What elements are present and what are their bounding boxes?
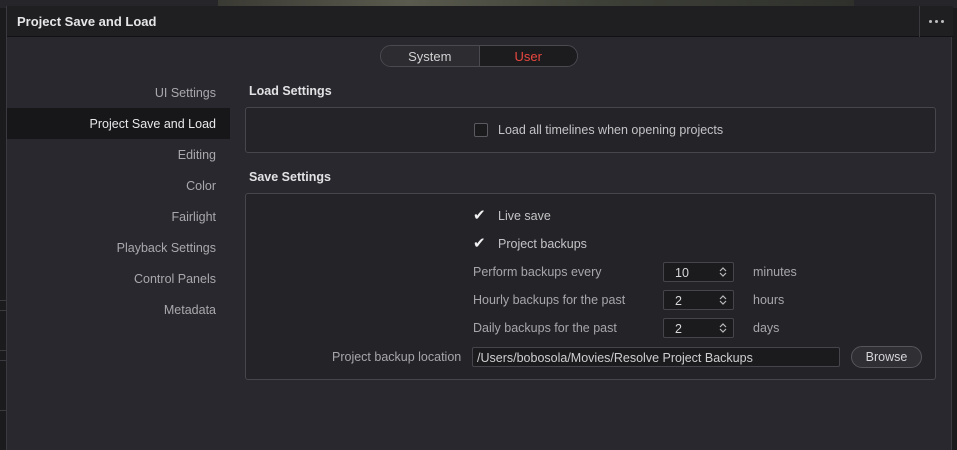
daily-backups-label: Daily backups for the past — [473, 321, 617, 335]
save-settings-heading: Save Settings — [249, 170, 331, 184]
sidebar-item-editing[interactable]: Editing — [7, 139, 230, 170]
hourly-backups-unit: hours — [753, 293, 785, 307]
perform-backups-label: Perform backups every — [473, 265, 602, 279]
perform-backups-stepper[interactable]: 10 — [663, 262, 734, 282]
sidebar-item-fairlight[interactable]: Fairlight — [7, 201, 230, 232]
title-bar: Project Save and Load — [7, 6, 953, 37]
project-backups-label: Project backups — [498, 237, 587, 251]
load-settings-heading: Load Settings — [249, 84, 332, 98]
sidebar-item-color[interactable]: Color — [7, 170, 230, 201]
stepper-arrows-icon[interactable] — [719, 266, 727, 278]
hourly-backups-label: Hourly backups for the past — [473, 293, 626, 307]
perform-backups-value: 10 — [675, 266, 689, 280]
load-settings-panel: Load all timelines when opening projects — [245, 107, 936, 153]
more-horizontal-icon — [929, 20, 944, 23]
sidebar-item-ui-settings[interactable]: UI Settings — [7, 77, 230, 108]
backup-location-label: Project backup location — [332, 350, 462, 364]
sidebar-item-control-panels[interactable]: Control Panels — [7, 263, 230, 294]
load-all-timelines-checkbox[interactable] — [474, 123, 488, 137]
browse-button[interactable]: Browse — [851, 346, 922, 368]
stepper-arrows-icon[interactable] — [719, 322, 727, 334]
hourly-backups-stepper[interactable]: 2 — [663, 290, 734, 310]
more-options-button[interactable] — [919, 6, 953, 37]
backup-location-field[interactable]: /Users/bobosola/Movies/Resolve Project B… — [472, 347, 840, 367]
scope-tabs: System User — [380, 45, 578, 67]
sidebar-item-playback-settings[interactable]: Playback Settings — [7, 232, 230, 263]
live-save-checkbox[interactable]: ✔ — [473, 208, 486, 223]
preferences-sidebar: UI Settings Project Save and Load Editin… — [7, 77, 230, 325]
load-all-timelines-label: Load all timelines when opening projects — [498, 123, 724, 137]
window-title: Project Save and Load — [17, 14, 157, 29]
tab-user[interactable]: User — [479, 46, 577, 66]
hourly-backups-value: 2 — [675, 294, 682, 308]
sidebar-item-project-save-and-load[interactable]: Project Save and Load — [7, 108, 230, 139]
stepper-arrows-icon[interactable] — [719, 294, 727, 306]
perform-backups-unit: minutes — [753, 265, 797, 279]
preferences-dialog: Project Save and Load System User UI Set… — [6, 6, 953, 450]
daily-backups-unit: days — [753, 321, 780, 335]
sidebar-item-metadata[interactable]: Metadata — [7, 294, 230, 325]
project-backups-checkbox[interactable]: ✔ — [473, 236, 486, 251]
daily-backups-stepper[interactable]: 2 — [663, 318, 734, 338]
live-save-label: Live save — [498, 209, 551, 223]
tab-system[interactable]: System — [381, 46, 480, 66]
daily-backups-value: 2 — [675, 322, 682, 336]
